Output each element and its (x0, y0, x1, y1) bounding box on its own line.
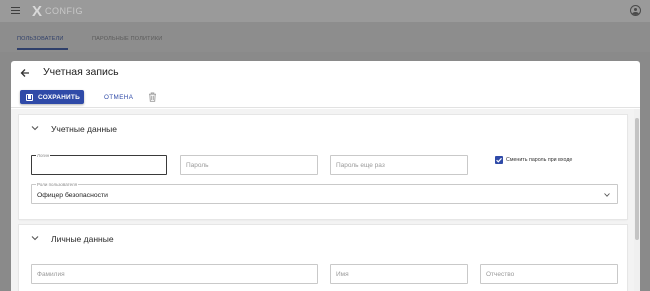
back-arrow-icon[interactable] (19, 67, 31, 79)
chevron-down-icon[interactable] (31, 125, 39, 131)
menu-icon[interactable] (11, 7, 20, 14)
credentials-section: Учетные данные Логин Пароль Пароль еще р… (19, 115, 627, 219)
logo-mark: X (32, 2, 43, 20)
personal-section: Личные данные Фамилия Имя Отчество (19, 225, 627, 291)
last-name-placeholder: Фамилия (37, 271, 65, 278)
credentials-title: Учетные данные (51, 124, 117, 134)
tab-users[interactable]: ПОЛЬЗОВАТЕЛИ (17, 36, 64, 42)
change-password-checkbox[interactable] (495, 156, 503, 164)
tab-password-policies[interactable]: ПАРОЛЬНЫЕ ПОЛИТИКИ (92, 36, 162, 42)
check-icon (496, 157, 502, 163)
dialog-toolbar: СОХРАНИТЬ ОТМЕНА (11, 86, 640, 108)
password-repeat-field[interactable]: Пароль еще раз (330, 155, 468, 175)
app-logo: X CONFIG (32, 2, 84, 20)
user-role-label: Роли пользователя (36, 182, 79, 187)
user-role-select[interactable]: Роли пользователя Офицер безопасности (31, 182, 618, 204)
last-name-field[interactable]: Фамилия (31, 264, 318, 284)
logo-text: CONFIG (45, 6, 84, 16)
user-role-value: Офицер безопасности (37, 192, 108, 199)
trash-icon[interactable] (148, 92, 157, 102)
save-icon (26, 93, 33, 101)
password-field[interactable]: Пароль (180, 155, 318, 175)
dialog-header: Учетная запись (11, 61, 640, 86)
first-name-field[interactable]: Имя (330, 264, 468, 284)
middle-name-field[interactable]: Отчество (480, 264, 618, 284)
chevron-down-icon[interactable] (31, 235, 39, 241)
active-tab-indicator (17, 48, 68, 50)
tab-bar: ПОЛЬЗОВАТЕЛИ ПАРОЛЬНЫЕ ПОЛИТИКИ (0, 22, 650, 52)
app-header: X CONFIG (0, 0, 650, 22)
login-label: Логин (36, 153, 51, 158)
first-name-placeholder: Имя (336, 271, 349, 278)
password-placeholder: Пароль (186, 162, 209, 169)
scrollbar-thumb[interactable] (635, 118, 639, 240)
dialog-content: Учетные данные Логин Пароль Пароль еще р… (11, 109, 640, 291)
change-password-label: Сменить пароль при входе (506, 157, 573, 163)
password-repeat-placeholder: Пароль еще раз (336, 162, 385, 169)
personal-title: Личные данные (51, 234, 114, 244)
account-dialog: Учетная запись СОХРАНИТЬ ОТМЕНА Учетные … (11, 61, 640, 291)
cancel-button[interactable]: ОТМЕНА (104, 94, 133, 101)
save-button-label: СОХРАНИТЬ (38, 93, 80, 101)
login-field[interactable]: Логин (31, 153, 167, 175)
dialog-title: Учетная запись (43, 66, 119, 78)
user-icon[interactable] (630, 5, 641, 16)
save-button[interactable]: СОХРАНИТЬ (20, 90, 84, 104)
dropdown-arrow-icon (604, 193, 610, 197)
middle-name-placeholder: Отчество (486, 271, 515, 278)
